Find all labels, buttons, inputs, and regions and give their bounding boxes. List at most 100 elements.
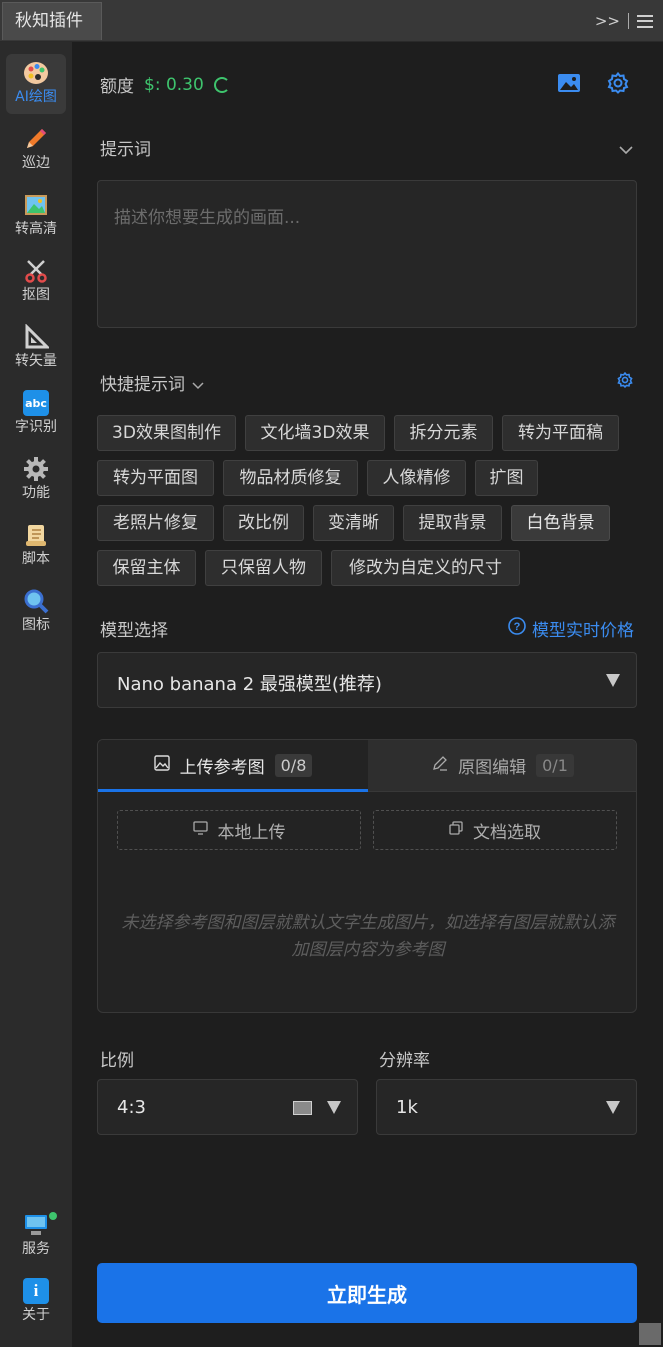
- quick-chip[interactable]: 转为平面图: [97, 460, 214, 496]
- upload-panel: 上传参考图 0/8 原图编辑 0/1 本地上传 文档选取 未选择参考图和图层就默…: [97, 739, 637, 1013]
- help-circle-icon: ?: [508, 617, 526, 640]
- sidebar-item-label: 巡边: [22, 155, 50, 171]
- quick-chip[interactable]: 物品材质修复: [223, 460, 358, 496]
- sidebar-item-label: 转高清: [15, 221, 57, 237]
- main-panel: 额度 $: 0.30 提示词 描述你想要生成的画面... 快捷提示词 3D效果图…: [72, 42, 663, 1347]
- quick-settings-gear-icon[interactable]: [617, 371, 633, 392]
- sidebar-item-scripts[interactable]: 脚本: [6, 516, 66, 576]
- top-actions: [557, 71, 629, 98]
- local-upload-button[interactable]: 本地上传: [117, 810, 361, 850]
- model-selected-value: Nano banana 2 最强模型(推荐): [117, 674, 382, 695]
- quick-chip[interactable]: 文化墙3D效果: [245, 415, 385, 451]
- sidebar-item-label: AI绘图: [15, 89, 57, 105]
- sidebar-item-vectorize[interactable]: 转矢量: [6, 318, 66, 378]
- info-icon: i: [23, 1278, 49, 1304]
- sidebar-item-trace[interactable]: 巡边: [6, 120, 66, 180]
- refresh-icon[interactable]: [213, 76, 230, 93]
- dropdown-arrow-icon: [327, 1101, 341, 1114]
- quick-chip[interactable]: 拆分元素: [394, 415, 493, 451]
- ratio-select[interactable]: 4:3: [97, 1079, 358, 1135]
- edit-count-badge: 0/1: [536, 753, 574, 777]
- quick-chip[interactable]: 白色背景: [511, 505, 610, 541]
- pencil-icon: [23, 126, 49, 152]
- computer-icon: [23, 1212, 49, 1238]
- document-pick-button[interactable]: 文档选取: [373, 810, 617, 850]
- panel-controls: >>: [595, 10, 653, 32]
- sidebar-item-service[interactable]: 服务: [6, 1206, 66, 1266]
- quick-prompts-label[interactable]: 快捷提示词: [100, 370, 204, 395]
- quick-chip[interactable]: 人像精修: [367, 460, 466, 496]
- quick-chip[interactable]: 老照片修复: [97, 505, 214, 541]
- sidebar-item-label: 关于: [22, 1307, 50, 1323]
- resize-handle[interactable]: [639, 1323, 661, 1345]
- credit-row: 额度 $: 0.30: [100, 72, 230, 97]
- expand-icon[interactable]: >>: [595, 12, 620, 30]
- scroll-icon: [23, 522, 49, 548]
- scissors-icon: [23, 258, 49, 284]
- sidebar-item-icons[interactable]: 图标: [6, 582, 66, 642]
- quick-chip[interactable]: 扩图: [475, 460, 538, 496]
- magnifier-icon: [23, 588, 49, 614]
- triangle-ruler-icon: [23, 324, 49, 350]
- model-price-link[interactable]: ? 模型实时价格: [508, 616, 634, 641]
- gear-icon: [23, 456, 49, 482]
- sidebar-item-label: 图标: [22, 617, 50, 633]
- monitor-icon: [192, 820, 208, 840]
- sidebar-item-about[interactable]: i 关于: [6, 1272, 66, 1332]
- upload-hint: 未选择参考图和图层就默认文字生成图片，如选择有图层就默认添加图层内容为参考图: [121, 913, 615, 960]
- resolution-label: 分辨率: [379, 1051, 430, 1071]
- quick-chip[interactable]: 修改为自定义的尺寸: [331, 550, 520, 586]
- tab-upload-reference[interactable]: 上传参考图 0/8: [98, 740, 368, 792]
- sidebar-item-ai-draw[interactable]: AI绘图: [6, 54, 66, 114]
- tab-edit-original[interactable]: 原图编辑 0/1: [368, 740, 636, 792]
- palette-icon: [23, 60, 49, 86]
- credit-value: $: 0.30: [144, 74, 204, 95]
- copy-icon: [449, 820, 463, 840]
- generate-button[interactable]: 立即生成: [97, 1263, 637, 1323]
- ratio-value: 4:3: [117, 1097, 146, 1118]
- menu-icon[interactable]: [637, 14, 653, 28]
- divider: [628, 13, 629, 29]
- quick-chip[interactable]: 3D效果图制作: [97, 415, 236, 451]
- quick-chip[interactable]: 变清晰: [313, 505, 394, 541]
- ref-count-badge: 0/8: [274, 753, 313, 777]
- quick-chip[interactable]: 保留主体: [97, 550, 196, 586]
- settings-gear-icon[interactable]: [607, 71, 629, 98]
- image-icon[interactable]: [557, 72, 581, 98]
- quick-chip[interactable]: 只保留人物: [205, 550, 322, 586]
- quick-chip[interactable]: 转为平面稿: [502, 415, 619, 451]
- sidebar-item-label: 功能: [22, 485, 50, 501]
- quick-chip[interactable]: 提取背景: [403, 505, 502, 541]
- dropdown-arrow-icon: [606, 674, 620, 687]
- picture-icon: [23, 192, 49, 218]
- sidebar-item-cutout[interactable]: 抠图: [6, 252, 66, 312]
- sidebar-item-ocr[interactable]: abc 字识别: [6, 384, 66, 444]
- sidebar-item-label: 字识别: [15, 419, 57, 435]
- dropdown-arrow-icon: [606, 1101, 620, 1114]
- pen-icon: [432, 755, 448, 776]
- sidebar-item-label: 服务: [22, 1241, 50, 1257]
- resolution-select[interactable]: 1k: [376, 1079, 637, 1135]
- aspect-rect-icon: [293, 1101, 312, 1115]
- abc-icon: abc: [23, 390, 49, 416]
- model-select[interactable]: Nano banana 2 最强模型(推荐): [97, 652, 637, 708]
- title-bar: 秋知插件 >>: [0, 0, 663, 42]
- model-label: 模型选择: [100, 621, 168, 641]
- sidebar-item-upscale[interactable]: 转高清: [6, 186, 66, 246]
- plugin-tab[interactable]: 秋知插件: [2, 2, 102, 40]
- sidebar-item-label: 脚本: [22, 551, 50, 567]
- svg-text:?: ?: [514, 621, 521, 633]
- prompt-label: 提示词: [100, 140, 151, 160]
- ratio-label: 比例: [100, 1051, 134, 1071]
- resolution-value: 1k: [396, 1097, 418, 1118]
- sidebar-item-functions[interactable]: 功能: [6, 450, 66, 510]
- image-outline-icon: [153, 754, 170, 776]
- credit-label: 额度: [100, 77, 134, 97]
- chevron-down-icon[interactable]: [619, 140, 633, 159]
- quick-chip[interactable]: 改比例: [223, 505, 304, 541]
- online-status-dot: [49, 1212, 57, 1220]
- sidebar-item-label: 抠图: [22, 287, 50, 303]
- sidebar-item-label: 转矢量: [15, 353, 57, 369]
- sidebar: AI绘图 巡边 转高清 抠图 转矢量 abc 字识别 功能 脚本 图标 服务 i…: [0, 42, 72, 1347]
- prompt-input[interactable]: 描述你想要生成的画面...: [97, 180, 637, 328]
